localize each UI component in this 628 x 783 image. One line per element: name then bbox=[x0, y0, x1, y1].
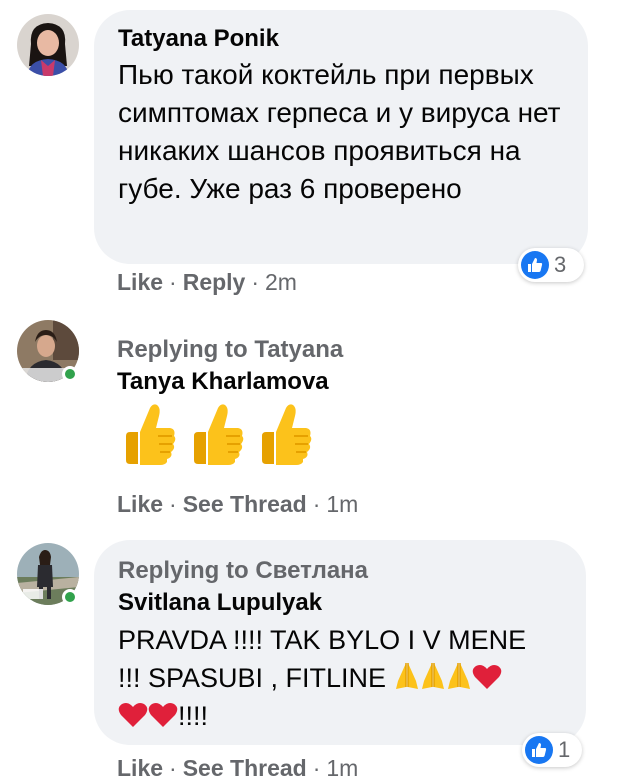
timestamp-link[interactable]: 2m bbox=[265, 269, 297, 295]
thumbs-up-emoji bbox=[194, 404, 244, 465]
separator: · bbox=[169, 491, 177, 517]
separator: · bbox=[312, 491, 321, 517]
like-link[interactable]: Like bbox=[117, 269, 163, 295]
red-heart-emoji bbox=[118, 703, 148, 727]
comment-text: Пью такой коктейль при первых симптомах … bbox=[118, 59, 561, 204]
like-link[interactable]: Like bbox=[117, 491, 163, 517]
see-thread-link[interactable]: See Thread bbox=[183, 755, 307, 781]
see-thread-link[interactable]: See Thread bbox=[183, 491, 307, 517]
replying-to-label[interactable]: Replying to Tatyana bbox=[117, 335, 343, 365]
reaction-summary[interactable]: 3 bbox=[518, 248, 584, 282]
timestamp-link[interactable]: 1m bbox=[326, 755, 358, 781]
separator: · bbox=[251, 269, 260, 295]
red-heart-emoji bbox=[148, 703, 178, 727]
reply-link[interactable]: Reply bbox=[183, 269, 246, 295]
folded-hands-emoji bbox=[421, 663, 444, 689]
comment-author[interactable]: Svitlana Lupulyak bbox=[118, 588, 562, 618]
comment-actions: Like · See Thread · 1m bbox=[117, 753, 358, 783]
comment-author[interactable]: Tatyana Ponik bbox=[118, 24, 564, 54]
like-reaction-icon bbox=[525, 736, 553, 764]
like-reaction-icon bbox=[521, 251, 549, 279]
comment-text-line: !!! SPASUBI , FITLINE bbox=[118, 659, 562, 697]
thumbs-up-emoji bbox=[126, 404, 176, 465]
timestamp-link[interactable]: 1m bbox=[326, 491, 358, 517]
separator: · bbox=[312, 755, 321, 781]
thumbs-up-emoji bbox=[262, 404, 312, 465]
comment-text: PRAVDA !!!! TAK BYLO I V MENE !!! SPASUB… bbox=[118, 621, 562, 735]
online-status-dot bbox=[62, 366, 78, 382]
avatar[interactable] bbox=[17, 14, 79, 76]
online-status-dot bbox=[62, 589, 78, 605]
red-heart-emoji bbox=[472, 665, 501, 689]
replying-to-label[interactable]: Replying to Светлана bbox=[118, 556, 562, 586]
comment-author[interactable]: Tanya Kharlamova bbox=[117, 367, 329, 397]
comment-text-line: !!!! bbox=[118, 697, 562, 735]
separator: · bbox=[169, 269, 177, 295]
comment-text-line: PRAVDA !!!! TAK BYLO I V MENE bbox=[118, 625, 527, 655]
folded-hands-emoji bbox=[395, 663, 418, 689]
reaction-count: 3 bbox=[554, 252, 567, 277]
comment-bubble: Replying to Светлана Svitlana Lupulyak P… bbox=[94, 540, 586, 745]
separator: · bbox=[169, 755, 177, 781]
comment-text-segment: !!! SPASUBI , FITLINE bbox=[118, 663, 387, 693]
comment-text-segment: !!!! bbox=[178, 701, 209, 731]
like-link[interactable]: Like bbox=[117, 755, 163, 781]
comment-bubble: Tatyana Ponik Пью такой коктейль при пер… bbox=[94, 10, 588, 264]
folded-hands-emoji bbox=[447, 663, 470, 689]
reaction-summary[interactable]: 1 bbox=[522, 733, 582, 767]
comment-actions: Like · Reply · 2m bbox=[117, 267, 297, 297]
reaction-count: 1 bbox=[558, 737, 571, 762]
comment-actions: Like · See Thread · 1m bbox=[117, 489, 358, 519]
